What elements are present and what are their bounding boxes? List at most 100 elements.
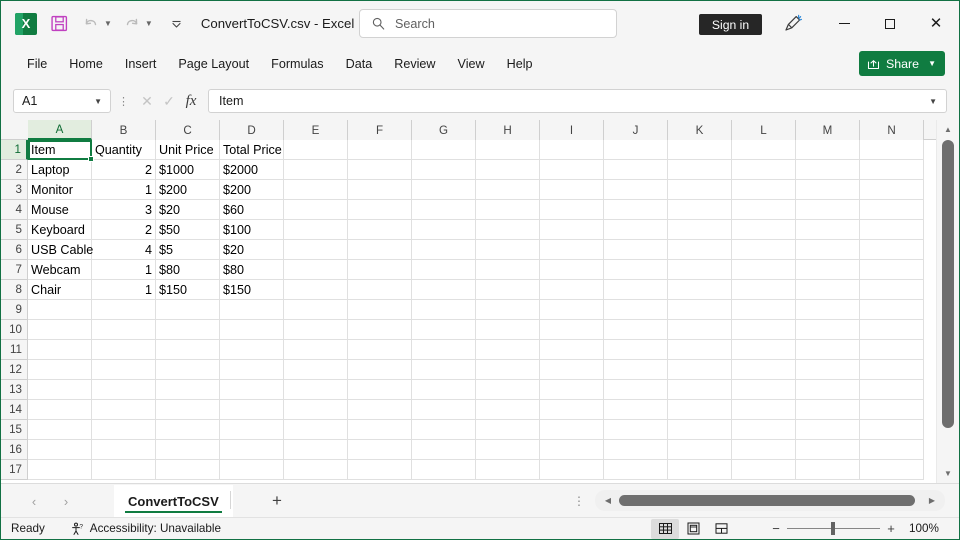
cell-A11[interactable] (28, 340, 92, 360)
cell-G12[interactable] (412, 360, 476, 380)
cell-J10[interactable] (604, 320, 668, 340)
cell-F8[interactable] (348, 280, 412, 300)
cell-N4[interactable] (860, 200, 924, 220)
cell-K11[interactable] (668, 340, 732, 360)
cell-K5[interactable] (668, 220, 732, 240)
cell-F14[interactable] (348, 400, 412, 420)
cell-J13[interactable] (604, 380, 668, 400)
cell-F15[interactable] (348, 420, 412, 440)
cell-D14[interactable] (220, 400, 284, 420)
cell-K3[interactable] (668, 180, 732, 200)
row-header-8[interactable]: 8 (1, 280, 28, 300)
cell-K9[interactable] (668, 300, 732, 320)
cell-B10[interactable] (92, 320, 156, 340)
scroll-right-button[interactable]: ▶ (923, 496, 941, 505)
cell-A9[interactable] (28, 300, 92, 320)
cell-L7[interactable] (732, 260, 796, 280)
cell-F7[interactable] (348, 260, 412, 280)
cell-N6[interactable] (860, 240, 924, 260)
cell-A5[interactable]: Keyboard (28, 220, 92, 240)
cell-C6[interactable]: $5 (156, 240, 220, 260)
cell-G2[interactable] (412, 160, 476, 180)
cell-N7[interactable] (860, 260, 924, 280)
cell-C16[interactable] (156, 440, 220, 460)
cell-I12[interactable] (540, 360, 604, 380)
cell-I15[interactable] (540, 420, 604, 440)
cell-E5[interactable] (284, 220, 348, 240)
cell-I1[interactable] (540, 140, 604, 160)
cell-G10[interactable] (412, 320, 476, 340)
cell-F13[interactable] (348, 380, 412, 400)
cell-B16[interactable] (92, 440, 156, 460)
cell-K6[interactable] (668, 240, 732, 260)
cell-N9[interactable] (860, 300, 924, 320)
column-header-k[interactable]: K (668, 120, 732, 140)
cell-B9[interactable] (92, 300, 156, 320)
cell-F6[interactable] (348, 240, 412, 260)
tab-page-layout[interactable]: Page Layout (168, 51, 259, 77)
cell-H10[interactable] (476, 320, 540, 340)
column-header-f[interactable]: F (348, 120, 412, 140)
cell-J15[interactable] (604, 420, 668, 440)
row-header-3[interactable]: 3 (1, 180, 28, 200)
cell-N5[interactable] (860, 220, 924, 240)
row-header-13[interactable]: 13 (1, 380, 28, 400)
row-header-7[interactable]: 7 (1, 260, 28, 280)
row-header-9[interactable]: 9 (1, 300, 28, 320)
undo-button[interactable]: ▼ (77, 10, 112, 38)
cell-C1[interactable]: Unit Price (156, 140, 220, 160)
cell-G9[interactable] (412, 300, 476, 320)
cell-L1[interactable] (732, 140, 796, 160)
cell-D8[interactable]: $150 (220, 280, 284, 300)
cell-N2[interactable] (860, 160, 924, 180)
cell-G6[interactable] (412, 240, 476, 260)
zoom-level-label[interactable]: 100% (909, 522, 939, 535)
name-box[interactable]: A1 ▼ (13, 89, 111, 113)
cell-H4[interactable] (476, 200, 540, 220)
cell-D2[interactable]: $2000 (220, 160, 284, 180)
cell-M16[interactable] (796, 440, 860, 460)
cell-E4[interactable] (284, 200, 348, 220)
cell-A15[interactable] (28, 420, 92, 440)
cell-J5[interactable] (604, 220, 668, 240)
customize-quick-access-toolbar-button[interactable] (163, 10, 191, 38)
tab-review[interactable]: Review (384, 51, 445, 77)
cell-J16[interactable] (604, 440, 668, 460)
cell-L15[interactable] (732, 420, 796, 440)
cell-D10[interactable] (220, 320, 284, 340)
cell-M12[interactable] (796, 360, 860, 380)
cell-L6[interactable] (732, 240, 796, 260)
cell-N15[interactable] (860, 420, 924, 440)
cell-F17[interactable] (348, 460, 412, 480)
cell-B17[interactable] (92, 460, 156, 480)
cell-A14[interactable] (28, 400, 92, 420)
next-sheet-button[interactable]: › (55, 490, 77, 512)
cell-M11[interactable] (796, 340, 860, 360)
row-header-5[interactable]: 5 (1, 220, 28, 240)
sign-in-button[interactable]: Sign in (699, 14, 762, 35)
cell-G16[interactable] (412, 440, 476, 460)
cell-N12[interactable] (860, 360, 924, 380)
row-header-12[interactable]: 12 (1, 360, 28, 380)
page-break-preview-button[interactable] (707, 519, 735, 539)
cell-E6[interactable] (284, 240, 348, 260)
vertical-scrollbar[interactable]: ▲ ▼ (936, 120, 959, 483)
row-header-11[interactable]: 11 (1, 340, 28, 360)
cell-L4[interactable] (732, 200, 796, 220)
cell-G7[interactable] (412, 260, 476, 280)
cell-I3[interactable] (540, 180, 604, 200)
cell-E14[interactable] (284, 400, 348, 420)
cell-L10[interactable] (732, 320, 796, 340)
cell-F12[interactable] (348, 360, 412, 380)
cell-A13[interactable] (28, 380, 92, 400)
cell-H9[interactable] (476, 300, 540, 320)
minimize-button[interactable] (821, 1, 867, 46)
cell-C17[interactable] (156, 460, 220, 480)
page-layout-view-button[interactable] (679, 519, 707, 539)
cell-J14[interactable] (604, 400, 668, 420)
row-header-4[interactable]: 4 (1, 200, 28, 220)
cell-M15[interactable] (796, 420, 860, 440)
cell-D16[interactable] (220, 440, 284, 460)
cell-E1[interactable] (284, 140, 348, 160)
sheet-options-button[interactable]: ⋮ (573, 491, 585, 511)
